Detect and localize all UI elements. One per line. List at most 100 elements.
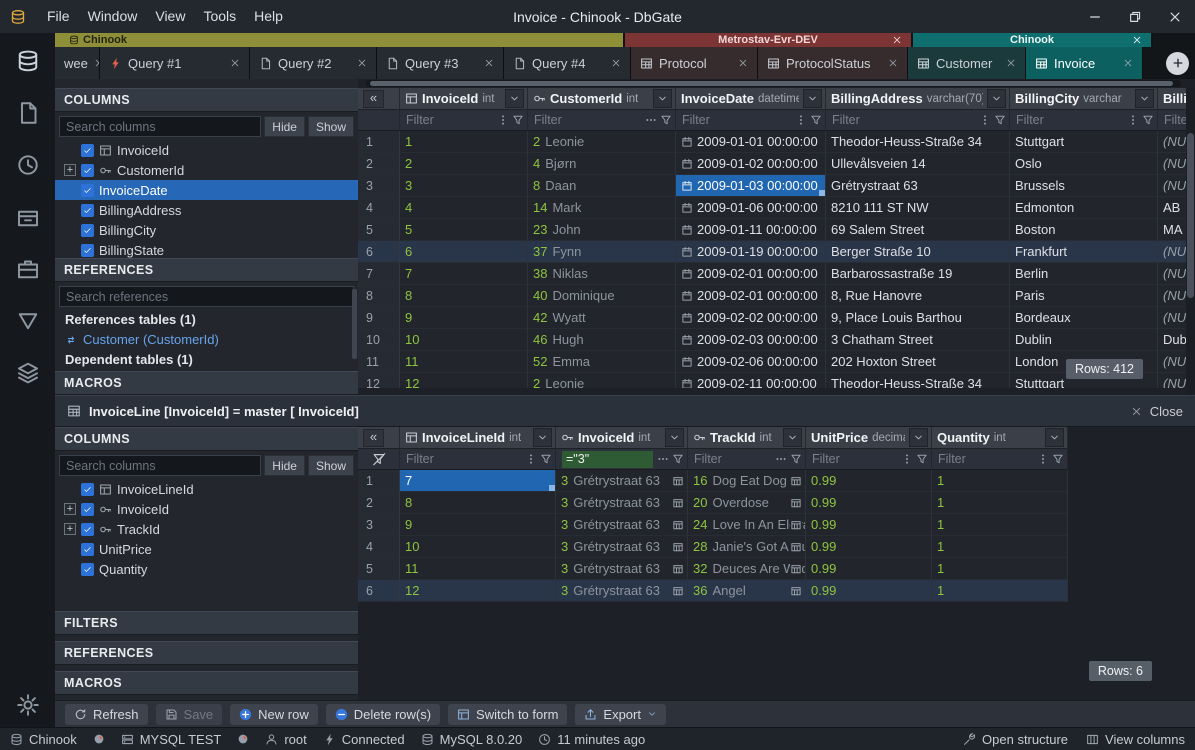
cell[interactable]: 42Wyatt xyxy=(528,307,676,329)
cell[interactable]: 2009-01-02 00:00:00 xyxy=(676,153,826,175)
close-group-icon[interactable] xyxy=(892,35,902,45)
cell[interactable]: 69 Salem Street xyxy=(826,219,1010,241)
rail-db-icon[interactable] xyxy=(16,49,40,73)
row-number[interactable]: 4 xyxy=(358,197,400,219)
cell[interactable]: 2009-01-06 00:00:00 xyxy=(676,197,826,219)
tab-wee[interactable]: wee xyxy=(55,47,100,79)
row-number[interactable]: 5 xyxy=(358,219,400,241)
menu-file[interactable]: File xyxy=(38,0,79,33)
menu-help[interactable]: Help xyxy=(245,0,292,33)
cell[interactable]: 8210 111 ST NW xyxy=(826,197,1010,219)
column-item-quantity[interactable]: +Quantity xyxy=(55,559,358,579)
mysql-test-status[interactable]: MYSQL TEST xyxy=(121,732,222,747)
cell[interactable]: Edmonton xyxy=(1010,197,1158,219)
row-number[interactable]: 11 xyxy=(358,351,400,373)
column-item-invoicelineid[interactable]: +InvoiceLineId xyxy=(55,479,358,499)
references-section-header[interactable]: REFERENCES xyxy=(55,641,358,665)
checkbox[interactable] xyxy=(81,204,94,217)
column-header-trackid[interactable]: TrackIdint xyxy=(688,427,806,449)
show-button[interactable]: Show xyxy=(308,116,354,137)
cell[interactable]: 7 xyxy=(400,263,528,285)
mysql-8-0-20-status[interactable]: MySQL 8.0.20 xyxy=(421,732,523,747)
settings-gear-icon[interactable] xyxy=(16,693,40,717)
column-dropdown-button[interactable] xyxy=(665,428,684,447)
cell[interactable]: Berlin xyxy=(1010,263,1158,285)
row-number[interactable]: 6 xyxy=(358,241,400,263)
cell[interactable]: 0.99 xyxy=(806,470,932,492)
open-reference-icon[interactable] xyxy=(790,541,802,553)
cell[interactable]: 2009-02-03 00:00:00 xyxy=(676,329,826,351)
cell[interactable]: 46Hugh xyxy=(528,329,676,351)
expand-icon[interactable]: + xyxy=(64,164,76,176)
cell[interactable]: 7 xyxy=(400,470,556,492)
tab-close-icon[interactable] xyxy=(611,58,621,68)
row-number-header[interactable]: « xyxy=(358,427,400,449)
delete-row-s-button[interactable]: Delete row(s) xyxy=(326,704,440,725)
close-detail-button[interactable]: Close xyxy=(1131,404,1183,419)
filter-cell-customerid[interactable]: Filter xyxy=(528,110,676,131)
open-reference-icon[interactable] xyxy=(790,497,802,509)
rail-layers-icon[interactable] xyxy=(16,361,40,385)
open-reference-icon[interactable] xyxy=(790,563,802,575)
expand-icon[interactable]: + xyxy=(64,503,76,515)
cell[interactable]: Boston xyxy=(1010,219,1158,241)
open-reference-icon[interactable] xyxy=(672,585,684,597)
column-item-unitprice[interactable]: +UnitPrice xyxy=(55,539,358,559)
cell[interactable]: 52Emma xyxy=(528,351,676,373)
filter-cell-billingaddress[interactable]: Filter xyxy=(826,110,1010,131)
column-item-trackid[interactable]: +TrackId xyxy=(55,519,358,539)
cell[interactable]: 3Grétrystraat 63 xyxy=(556,536,688,558)
cell[interactable]: 10 xyxy=(400,536,556,558)
checkbox[interactable] xyxy=(81,523,94,536)
column-item-billingcity[interactable]: +BillingCity xyxy=(55,220,358,240)
filters-section-header[interactable]: FILTERS xyxy=(55,611,358,635)
cell[interactable]: Ullevålsveien 14 xyxy=(826,153,1010,175)
cell[interactable]: 24Love In An Elevator xyxy=(688,514,806,536)
connection-group-chinook-2[interactable]: Chinook xyxy=(913,33,1153,47)
filter-menu-button[interactable] xyxy=(899,453,914,465)
show-button[interactable]: Show xyxy=(308,455,354,476)
column-dropdown-button[interactable] xyxy=(653,89,672,108)
minimize-button[interactable] xyxy=(1075,0,1115,33)
macros-section-header[interactable]: MACROS xyxy=(55,671,358,695)
row-number[interactable]: 3 xyxy=(358,514,400,536)
open-structure-button[interactable]: Open structure xyxy=(963,732,1068,747)
column-header-customerid[interactable]: CustomerIdint xyxy=(528,88,676,110)
open-reference-icon[interactable] xyxy=(672,563,684,575)
cell[interactable]: Theodor-Heuss-Straße 34 xyxy=(826,131,1010,153)
cell[interactable]: 2Leonie xyxy=(528,131,676,153)
cell[interactable]: 202 Hoxton Street xyxy=(826,351,1010,373)
horizontal-scrollbar[interactable] xyxy=(366,80,1181,87)
cell[interactable]: 4Bjørn xyxy=(528,153,676,175)
cell[interactable]: 36Angel xyxy=(688,580,806,602)
reference-link-customer[interactable]: Customer (CustomerId) xyxy=(65,331,219,348)
open-reference-icon[interactable] xyxy=(790,519,802,531)
cell[interactable]: 38Niklas xyxy=(528,263,676,285)
filter-funnel-button[interactable] xyxy=(808,114,823,126)
open-reference-icon[interactable] xyxy=(672,541,684,553)
filter-cell-billingcity[interactable]: Filter xyxy=(1010,110,1158,131)
cell[interactable]: Frankfurt xyxy=(1010,241,1158,263)
column-dropdown-button[interactable] xyxy=(505,89,524,108)
rail-triangle-icon[interactable] xyxy=(16,309,40,333)
row-number[interactable]: 2 xyxy=(358,153,400,175)
column-dropdown-button[interactable] xyxy=(987,89,1006,108)
cell[interactable]: 2009-01-01 00:00:00 xyxy=(676,131,826,153)
row-number[interactable]: 9 xyxy=(358,307,400,329)
new-row-button[interactable]: New row xyxy=(230,704,318,725)
column-item-invoiceid[interactable]: +InvoiceId xyxy=(55,499,358,519)
cell[interactable]: 3Grétrystraat 63 xyxy=(556,492,688,514)
column-header-billingcity[interactable]: BillingCityvarchar xyxy=(1010,88,1158,110)
columns-section-header[interactable]: COLUMNS xyxy=(55,88,358,112)
chinook-status[interactable]: Chinook xyxy=(10,732,77,747)
row-number[interactable]: 6 xyxy=(358,580,400,602)
column-header-invoiceid[interactable]: InvoiceIdint xyxy=(400,88,528,110)
expand-icon[interactable]: + xyxy=(64,523,76,535)
column-dropdown-button[interactable] xyxy=(533,428,552,447)
checkbox[interactable] xyxy=(81,164,94,177)
collapse-panel-button[interactable]: « xyxy=(363,90,384,108)
cell[interactable]: 11 xyxy=(400,558,556,580)
cell[interactable]: 1 xyxy=(932,470,1068,492)
cell[interactable]: 0.99 xyxy=(806,514,932,536)
cell[interactable]: 23John xyxy=(528,219,676,241)
